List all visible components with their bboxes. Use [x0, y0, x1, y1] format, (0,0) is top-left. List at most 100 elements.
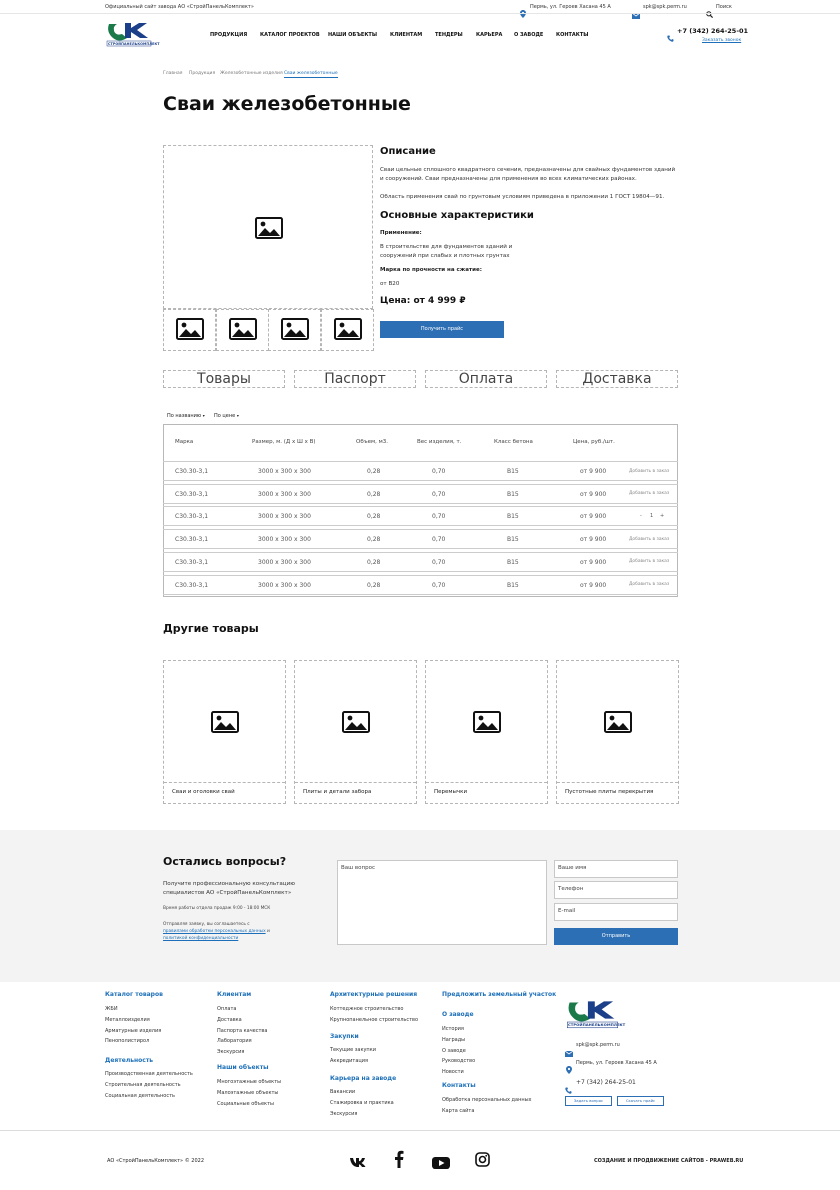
- footer-link[interactable]: Многоэтажные объекты: [217, 1079, 281, 1085]
- question-textarea[interactable]: Ваш вопрос: [337, 860, 547, 945]
- youtube-icon[interactable]: [432, 1154, 450, 1173]
- footer-heading[interactable]: Закупки: [330, 1033, 359, 1040]
- footer-heading[interactable]: Предложить земельный участок: [442, 991, 556, 998]
- footer-link[interactable]: Аккредитация: [330, 1058, 368, 1064]
- add-to-order-button[interactable]: Добавить в заказ: [629, 559, 669, 564]
- site-logo[interactable]: СТРОЙПАНЕЛЬКОМПЛЕКТ: [105, 20, 159, 48]
- other-product-card[interactable]: Сваи и оголовки свай: [163, 660, 286, 804]
- footer-link[interactable]: Коттеджное строительство: [330, 1006, 403, 1012]
- nav-item[interactable]: ТЕНДЕРЫ: [435, 32, 463, 38]
- privacy-rules-link[interactable]: правилами обработки персональных данных: [163, 929, 266, 934]
- search-link[interactable]: Поиск: [716, 4, 732, 10]
- instagram-icon[interactable]: [475, 1152, 490, 1171]
- other-product-card[interactable]: Пустотные плиты перекрытия: [556, 660, 679, 804]
- footer-heading[interactable]: Архитектурные решения: [330, 991, 417, 998]
- footer-heading[interactable]: Наши объекты: [217, 1064, 269, 1071]
- footer-link[interactable]: Строительная деятельность: [105, 1082, 181, 1088]
- product-thumbnail[interactable]: [163, 309, 216, 351]
- footer-link[interactable]: Награды: [442, 1037, 465, 1043]
- footer-link[interactable]: Пенополистирол: [105, 1038, 149, 1044]
- privacy-policy-link[interactable]: политикой конфиденциальности: [163, 936, 238, 941]
- footer-link[interactable]: Карта сайта: [442, 1108, 474, 1114]
- stepper-minus-button[interactable]: -: [640, 513, 642, 519]
- footer-link[interactable]: Арматурные изделия: [105, 1028, 161, 1034]
- product-main-image[interactable]: [163, 145, 373, 309]
- footer-heading[interactable]: О заводе: [442, 1011, 474, 1018]
- add-to-order-button[interactable]: Добавить в заказ: [629, 582, 669, 587]
- sort-by-price[interactable]: По цене ▾: [214, 413, 239, 419]
- footer-link[interactable]: Крупнопанельное строительство: [330, 1017, 418, 1023]
- nav-item[interactable]: НАШИ ОБЪЕКТЫ: [328, 32, 377, 38]
- topbar-email[interactable]: spk@spk.perm.ru: [643, 4, 687, 10]
- tab-payment[interactable]: Оплата: [425, 370, 547, 388]
- other-product-name[interactable]: Плиты и детали забора: [303, 789, 371, 795]
- footer-link[interactable]: Обработка персональных данных: [442, 1097, 532, 1103]
- get-price-button[interactable]: Получить прайс: [380, 321, 504, 338]
- tab-delivery[interactable]: Доставка: [556, 370, 678, 388]
- footer-heading[interactable]: Контакты: [442, 1082, 476, 1089]
- add-to-order-button[interactable]: Добавить в заказ: [629, 491, 669, 496]
- nav-item[interactable]: КЛИЕНТАМ: [390, 32, 422, 38]
- footer-phone[interactable]: +7 (342) 264-25-01: [576, 1079, 636, 1086]
- stepper-value[interactable]: 1: [650, 513, 653, 519]
- footer-link[interactable]: ЖБИ: [105, 1006, 118, 1012]
- footer-heading[interactable]: Клиентам: [217, 991, 251, 998]
- submit-button[interactable]: Отправить: [554, 928, 678, 945]
- add-to-order-button[interactable]: Добавить в заказ: [629, 469, 669, 474]
- callback-link[interactable]: Заказать звонок: [702, 38, 741, 43]
- footer-link[interactable]: Паспорта качества: [217, 1028, 267, 1034]
- footer-link[interactable]: Стажировка и практика: [330, 1100, 394, 1106]
- name-field[interactable]: Ваше имя: [554, 860, 678, 878]
- nav-item[interactable]: КОНТАКТЫ: [556, 32, 588, 38]
- product-thumbnail[interactable]: [268, 309, 321, 351]
- facebook-icon[interactable]: [394, 1150, 404, 1172]
- nav-item[interactable]: КАТАЛОГ ПРОЕКТОВ: [260, 32, 320, 38]
- footer-link[interactable]: Малоэтажные объекты: [217, 1090, 278, 1096]
- footer-logo[interactable]: СТРОЙПАНЕЛЬКОМПЛЕКТ: [565, 997, 625, 1031]
- footer-heading[interactable]: Каталог товаров: [105, 991, 163, 998]
- web-studio-credits[interactable]: СОЗДАНИЕ И ПРОДВИЖЕНИЕ САЙТОВ - PRAWEB.R…: [594, 1158, 743, 1164]
- other-product-card[interactable]: Перемычки: [425, 660, 548, 804]
- footer-link[interactable]: Социальная деятельность: [105, 1093, 175, 1099]
- email-field[interactable]: E-mail: [554, 903, 678, 921]
- tab-passport[interactable]: Паспорт: [294, 370, 416, 388]
- nav-item[interactable]: О ЗАВОДЕ: [514, 32, 543, 38]
- breadcrumb-link[interactable]: Главная: [163, 71, 182, 76]
- footer-link[interactable]: Экскурсия: [217, 1049, 244, 1055]
- footer-link[interactable]: Лаборатория: [217, 1038, 252, 1044]
- phone-field[interactable]: Телефон: [554, 881, 678, 899]
- add-to-order-button[interactable]: Добавить в заказ: [629, 537, 669, 542]
- footer-link[interactable]: Производственная деятельность: [105, 1071, 193, 1077]
- footer-link[interactable]: Доставка: [217, 1017, 242, 1023]
- sort-by-name[interactable]: По названию ▾: [167, 413, 205, 419]
- other-product-name[interactable]: Сваи и оголовки свай: [172, 789, 235, 795]
- breadcrumb-link[interactable]: Железобетонные изделия: [220, 71, 283, 76]
- footer-address[interactable]: Пермь, ул. Героев Хасана 45 А: [576, 1060, 657, 1066]
- other-product-name[interactable]: Пустотные плиты перекрытия: [565, 789, 653, 795]
- other-product-card[interactable]: Плиты и детали забора: [294, 660, 417, 804]
- stepper-plus-button[interactable]: +: [660, 513, 664, 519]
- footer-link[interactable]: Вакансии: [330, 1089, 355, 1095]
- footer-link[interactable]: Текущие закупки: [330, 1047, 376, 1053]
- footer-link[interactable]: Оплата: [217, 1006, 236, 1012]
- footer-link[interactable]: История: [442, 1026, 464, 1032]
- breadcrumb-link[interactable]: Продукция: [189, 71, 215, 76]
- nav-item[interactable]: КАРЬЕРА: [476, 32, 502, 38]
- footer-link[interactable]: О заводе: [442, 1048, 466, 1054]
- product-thumbnail[interactable]: [320, 309, 374, 351]
- other-product-name[interactable]: Перемычки: [434, 789, 467, 795]
- footer-heading[interactable]: Деятельность: [105, 1057, 153, 1064]
- footer-link[interactable]: Экскурсия: [330, 1111, 357, 1117]
- header-phone[interactable]: +7 (342) 264-25-01: [677, 27, 748, 35]
- footer-heading[interactable]: Карьера на заводе: [330, 1075, 396, 1082]
- nav-item[interactable]: ПРОДУКЦИЯ: [210, 32, 247, 38]
- footer-email[interactable]: spk@spk.perm.ru: [576, 1042, 620, 1048]
- topbar-address[interactable]: Пермь, ул. Героев Хасана 45 А: [530, 4, 611, 10]
- footer-link[interactable]: Новости: [442, 1069, 464, 1075]
- vk-icon[interactable]: [349, 1153, 366, 1172]
- footer-link[interactable]: Металлоизделия: [105, 1017, 150, 1023]
- download-price-button[interactable]: Скачать прайс: [617, 1096, 664, 1106]
- footer-link[interactable]: Социальные объекты: [217, 1101, 274, 1107]
- footer-link[interactable]: Руководство: [442, 1058, 475, 1064]
- tab-goods[interactable]: Товары: [163, 370, 285, 388]
